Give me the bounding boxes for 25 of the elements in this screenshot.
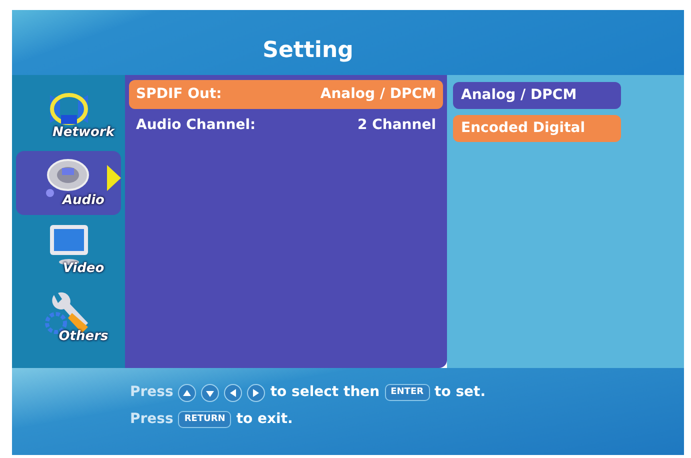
setting-row[interactable]: Audio Channel: 2 Channel [129, 111, 443, 140]
setting-value: Analog / DPCM [320, 85, 436, 104]
sidebar-item[interactable]: Video [16, 219, 121, 283]
footer-text: to set. [434, 383, 486, 402]
pointer-triangle-icon [107, 165, 121, 191]
category-label: Others [58, 328, 108, 346]
key-cap: RETURN [178, 410, 232, 428]
option-item[interactable]: Encoded Digital [453, 115, 621, 142]
sidebar-item[interactable]: Network [16, 83, 121, 147]
footer-text: Press [130, 410, 174, 429]
focused-setting-row[interactable]: SPDIF Out: Analog / DPCM [129, 80, 443, 109]
category-label: Video [62, 260, 104, 278]
sidebar-item[interactable]: Audio [16, 151, 121, 215]
category-label: Audio [62, 192, 104, 210]
screen-title: Setting [262, 37, 354, 65]
footer-text: Press [130, 383, 174, 402]
setting-label: SPDIF Out: [136, 85, 222, 104]
option-item[interactable]: Analog / DPCM [453, 82, 621, 109]
footer-text: to exit. [236, 410, 293, 429]
footer-text: to select then [270, 383, 380, 402]
sidebar-item[interactable]: Others [16, 287, 121, 351]
setting-label: Audio Channel: [136, 116, 256, 135]
setting-value: 2 Channel [357, 116, 436, 135]
key-cap: ENTER [384, 384, 430, 402]
category-label: Network [52, 124, 114, 142]
